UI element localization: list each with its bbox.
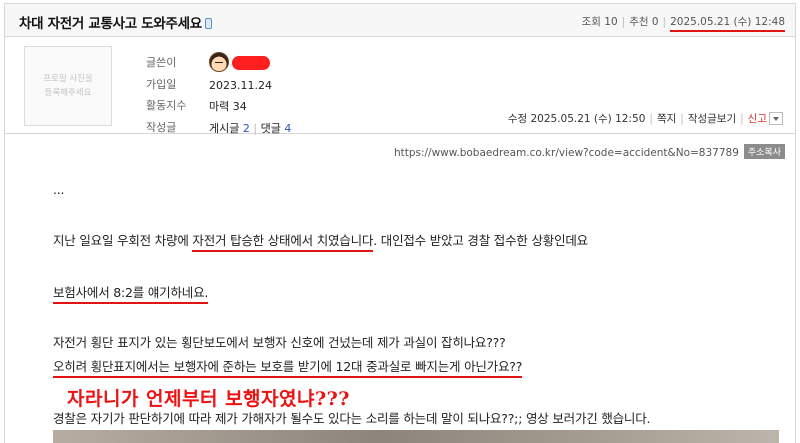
post-stats: 조회 10 | 추천 0 | 2025.05.21 (수) 12:48 bbox=[581, 14, 785, 32]
post-title-text: 차대 자전거 교통사고 도와주세요 bbox=[19, 16, 202, 32]
post-count-label: 게시글 bbox=[209, 121, 240, 135]
paragraph-1: 지난 일요일 우회전 차량에 자전거 탑승한 상태에서 치였습니다. 대인접수 … bbox=[53, 230, 588, 252]
author-label: 글쓴이 bbox=[146, 56, 177, 69]
activity-value: 마력 34 bbox=[209, 100, 247, 113]
post-url: https://www.bobaedream.co.kr/view?code=a… bbox=[393, 147, 739, 159]
photo-placeholder-line1: 프로필 사진을 bbox=[43, 74, 93, 84]
copy-url-button[interactable]: 주소복사 bbox=[743, 144, 785, 159]
embedded-photo[interactable] bbox=[53, 430, 779, 443]
p1-highlight: 자전거 탑승한 상태에서 치였습니다 bbox=[192, 233, 373, 252]
paragraph-4: 오히려 횡단표지에서는 보행자에 준하는 보호를 받기에 12대 중과실로 빠지… bbox=[53, 356, 522, 378]
author-row[interactable] bbox=[209, 52, 291, 75]
p1-after: . 대인접수 받았고 경찰 접수한 상황인데요 bbox=[373, 233, 588, 248]
report-link[interactable]: 신고 bbox=[748, 113, 767, 125]
profile-photo-placeholder: 프로필 사진을 등록해주세요 bbox=[24, 46, 112, 126]
redacted-nickname[interactable] bbox=[232, 56, 270, 70]
post-count-link[interactable]: 2 bbox=[243, 122, 250, 135]
p1-before: 지난 일요일 우회전 차량에 bbox=[53, 233, 193, 248]
post-title-bar: 차대 자전거 교통사고 도와주세요 조회 10 | 추천 0 | 2025.05.21 … bbox=[4, 3, 796, 37]
comment-count-label: 댓글 bbox=[260, 121, 281, 135]
activity-label: 활동지수 bbox=[146, 99, 187, 112]
profile-values: 2023.11.24 마력 34 게시글 2 | 댓글 4 bbox=[209, 52, 291, 139]
message-link[interactable]: 쪽지 bbox=[657, 113, 676, 125]
avatar-icon[interactable] bbox=[209, 52, 229, 72]
p4-highlight: 오히려 횡단표지에서는 보행자에 준하는 보호를 받기에 12대 중과실로 빠지… bbox=[53, 359, 522, 378]
views-label: 조회 bbox=[581, 16, 601, 28]
posted-date: 2025.05.21 (수) 12:48 bbox=[670, 16, 785, 32]
post-url-row: https://www.bobaedream.co.kr/view?code=a… bbox=[394, 144, 785, 159]
joined-date: 2023.11.24 bbox=[209, 78, 272, 92]
recommend-label: 추천 bbox=[629, 16, 649, 28]
author-profile: 프로필 사진을 등록해주세요 글쓴이 가입일 활동지수 작성글 2023.11.… bbox=[4, 37, 796, 135]
views-count: 10 bbox=[604, 16, 618, 28]
post-content: https://www.bobaedream.co.kr/view?code=a… bbox=[4, 134, 796, 443]
p2-highlight: 보험사에서 8:2를 얘기하네요. bbox=[53, 285, 208, 304]
mobile-icon bbox=[204, 18, 212, 29]
post-actions: 수정 2025.05.21 (수) 12:50 | 쪽지 | 작성글보기 | 신고 bbox=[508, 111, 783, 126]
paragraph-3: 자전거 횡단 표지가 있는 횡단보도에서 보행자 신호에 건넜는데 제가 과실이… bbox=[53, 335, 506, 350]
chevron-down-icon[interactable] bbox=[769, 112, 783, 125]
photo-placeholder-line2: 등록해주세요 bbox=[44, 88, 92, 98]
ellipsis-line: ... bbox=[53, 182, 65, 197]
paragraph-5: 경찰은 자기가 판단하기에 따라 제가 가해자가 될수도 있다는 소리를 하는데… bbox=[53, 411, 651, 426]
profile-labels: 글쓴이 가입일 활동지수 작성글 bbox=[146, 52, 186, 138]
joined-label: 가입일 bbox=[146, 77, 177, 91]
handwritten-annotation: 자라니가 언제부터 보행자였냐??? bbox=[67, 388, 350, 410]
paragraph-2: 보험사에서 8:2를 얘기하네요. bbox=[53, 282, 208, 304]
recommend-count: 0 bbox=[651, 16, 659, 28]
comment-count-link[interactable]: 4 bbox=[284, 122, 291, 135]
post-title: 차대 자전거 교통사고 도와주세요 bbox=[19, 12, 212, 32]
view-posts-link[interactable]: 작성글보기 bbox=[688, 113, 736, 125]
edited-date: 수정 2025.05.21 (수) 12:50 bbox=[507, 113, 646, 125]
